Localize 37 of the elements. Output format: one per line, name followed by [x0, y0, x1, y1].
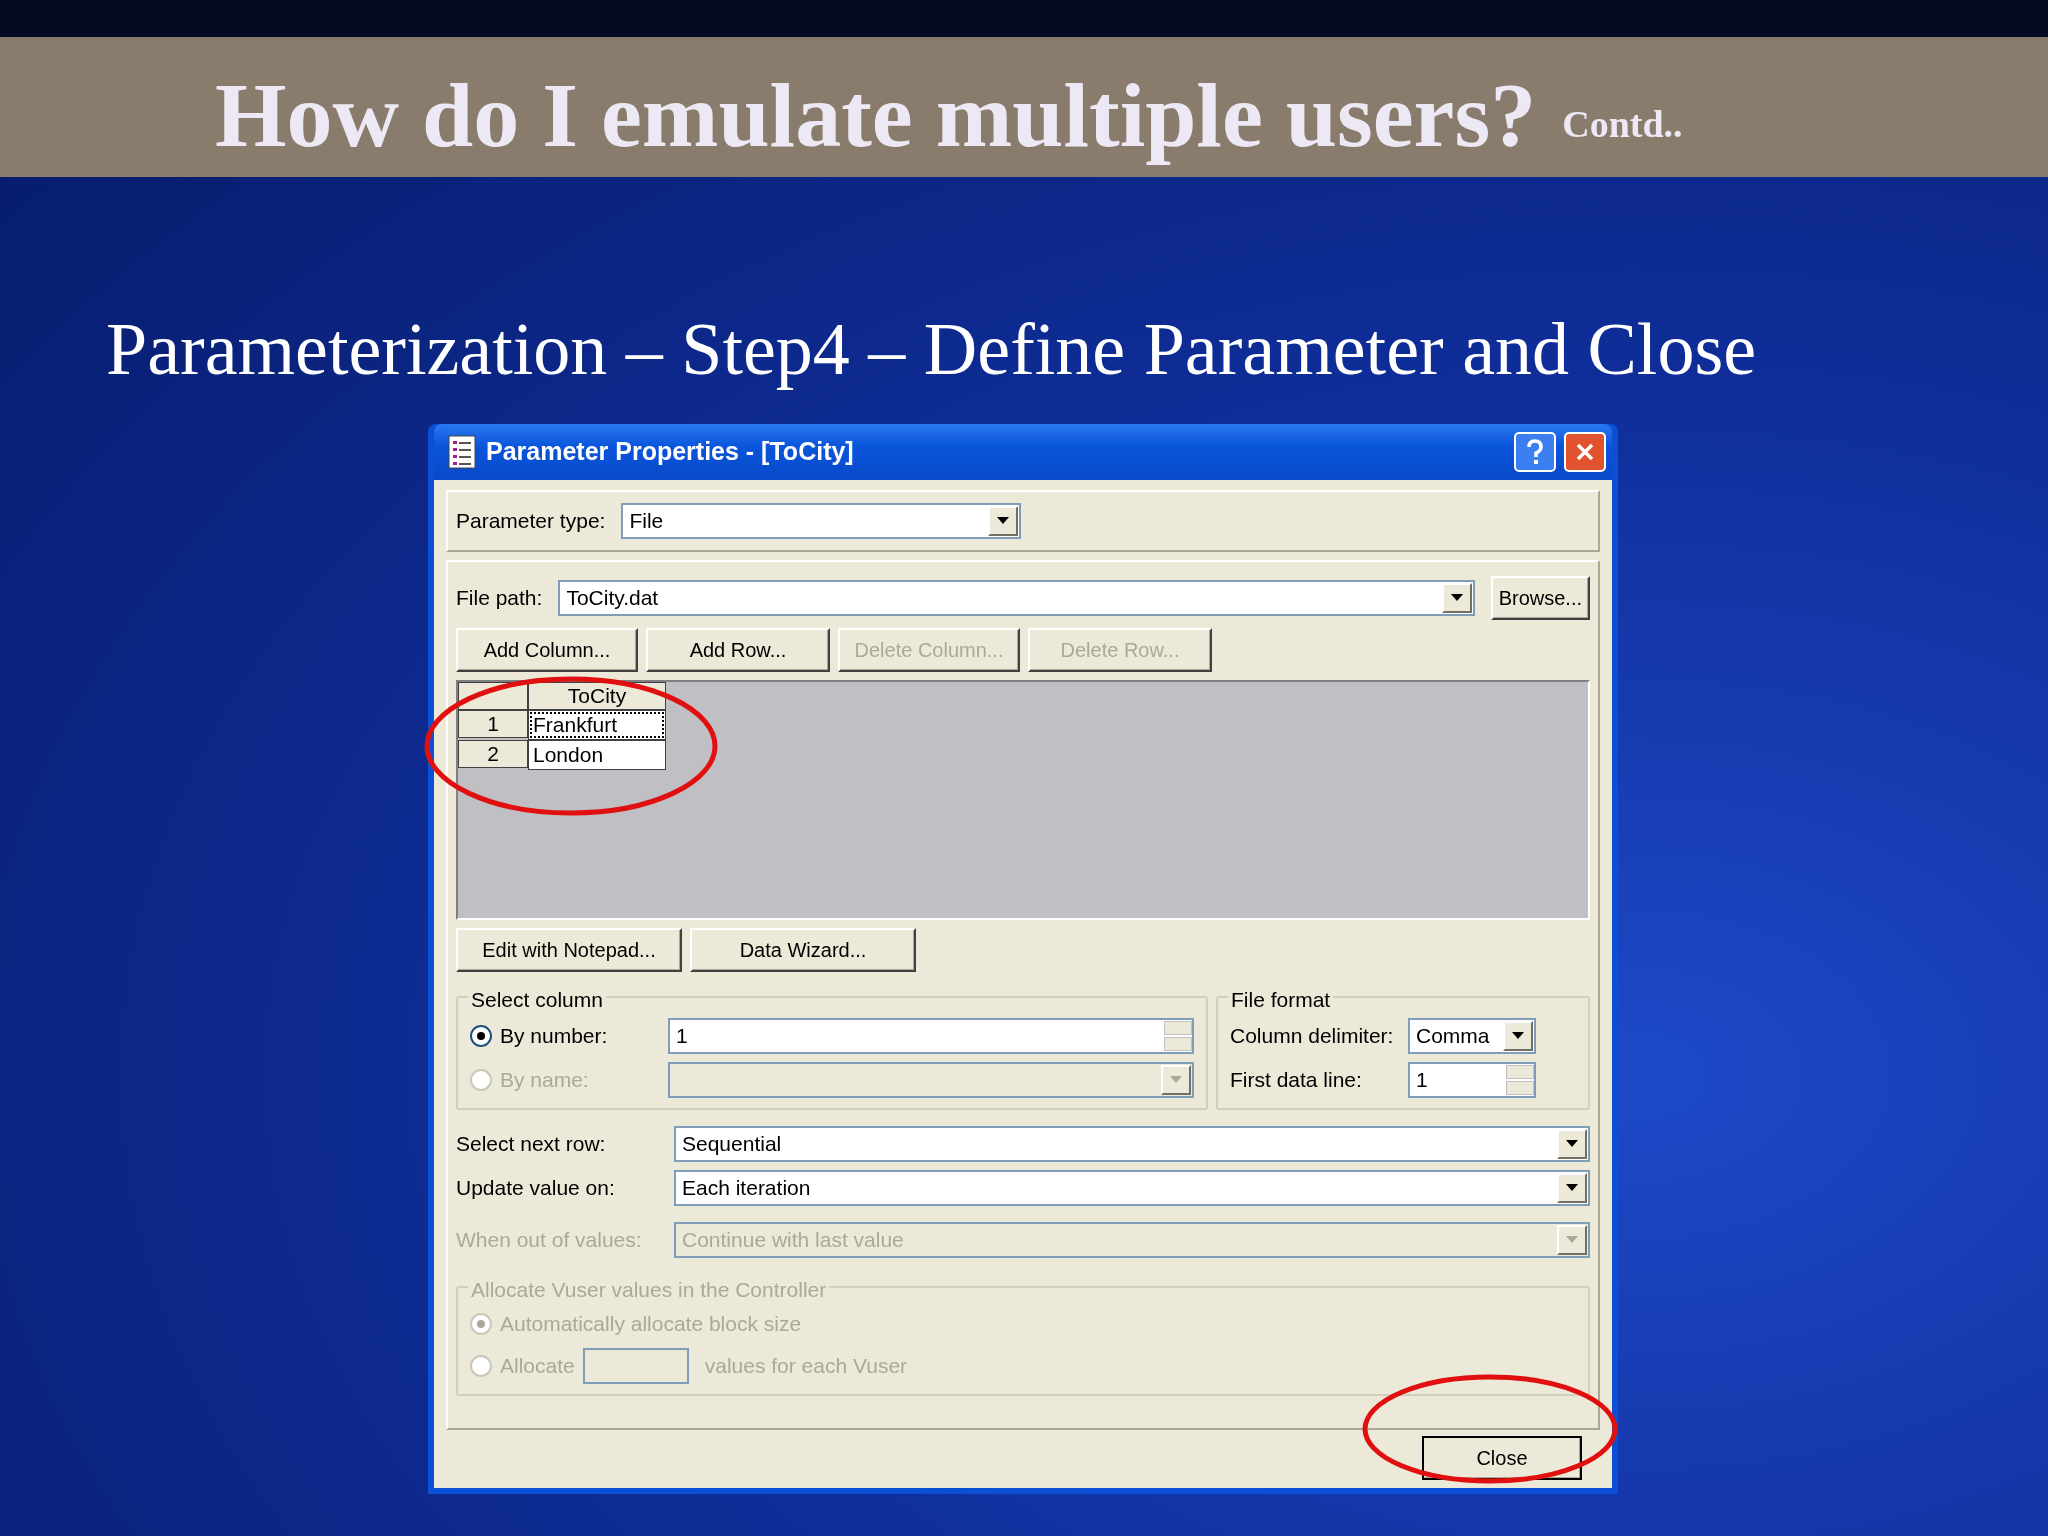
action-button[interactable]: Data Wizard...	[690, 928, 916, 972]
field-label: File path:	[456, 585, 543, 612]
toolbar-button[interactable]: Add Column...	[456, 628, 638, 672]
table-cell[interactable]: Frankfurt	[528, 710, 666, 740]
close-button[interactable]	[1564, 432, 1606, 472]
document-icon	[448, 435, 478, 469]
row-header: 2	[458, 740, 528, 768]
dropdown-field[interactable]	[668, 1062, 1194, 1098]
action-button[interactable]: Edit with Notepad...	[456, 928, 682, 972]
help-button[interactable]	[1514, 432, 1556, 472]
dropdown-field[interactable]: Each iteration	[674, 1170, 1590, 1206]
field-label: values for each Vuser	[704, 1352, 908, 1379]
dropdown-field[interactable]: Sequential	[674, 1126, 1590, 1162]
help-icon	[1525, 439, 1545, 465]
dropdown-field[interactable]: ToCity.dat	[558, 580, 1475, 616]
field-label: Select next row:	[456, 1131, 607, 1158]
window-title: Parameter Properties - [ToCity]	[486, 436, 854, 468]
field-label: When out of values:	[456, 1227, 643, 1254]
number-field[interactable]: 1	[1408, 1062, 1536, 1098]
column-header: ToCity	[528, 682, 666, 710]
field-label: First data line:	[1230, 1067, 1363, 1094]
field-label: Parameter type:	[456, 508, 606, 535]
table-cell[interactable]: London	[528, 740, 666, 770]
close-icon	[1575, 442, 1595, 462]
field-label: Update value on:	[456, 1175, 616, 1202]
radio-label[interactable]: By number:	[500, 1020, 660, 1052]
field-label: Column delimiter:	[1230, 1023, 1395, 1050]
number-field[interactable]: 1	[668, 1018, 1194, 1054]
dropdown-field[interactable]: Comma	[1408, 1018, 1536, 1054]
input-field[interactable]	[582, 1347, 689, 1384]
radio-button[interactable]	[470, 1025, 492, 1047]
close-dialog-button[interactable]: Close	[1422, 1436, 1582, 1480]
toolbar-button[interactable]: Add Row...	[646, 628, 830, 672]
title-suffix: Contd..	[1562, 102, 1683, 147]
dropdown-field[interactable]: File	[621, 503, 1022, 539]
browse-button[interactable]: Browse...	[1490, 576, 1590, 620]
row-header: 1	[458, 710, 528, 738]
